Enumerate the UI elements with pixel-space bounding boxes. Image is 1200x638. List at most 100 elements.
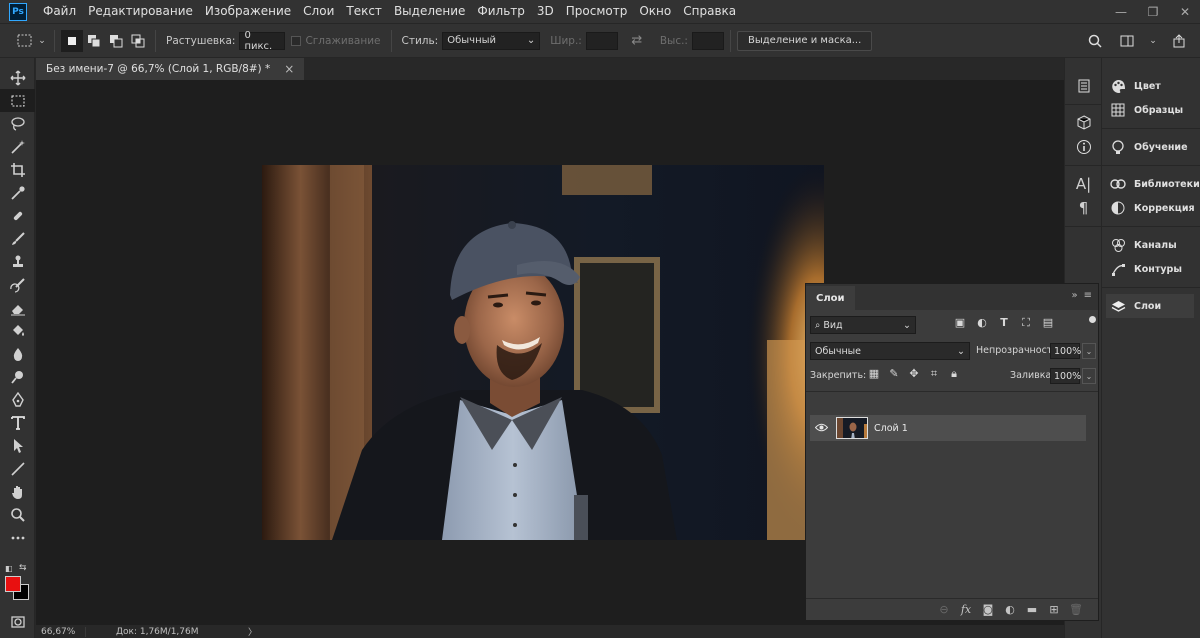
minimize-icon[interactable]: —	[1114, 5, 1128, 19]
menu-image[interactable]: Изображение	[199, 0, 297, 23]
menu-layers[interactable]: Слои	[297, 0, 340, 23]
intersect-selection-icon[interactable]	[127, 30, 149, 52]
path-selection-tool-icon[interactable]	[0, 434, 35, 457]
rectangular-marquee-tool-icon[interactable]	[0, 89, 35, 112]
status-menu-arrow-icon[interactable]: 〉	[248, 625, 257, 638]
move-tool-icon[interactable]	[0, 66, 35, 89]
close-icon[interactable]: ✕	[1178, 5, 1192, 19]
default-colors-icon[interactable]: ◧	[5, 564, 13, 573]
info-icon[interactable]	[1065, 135, 1102, 159]
swap-dimensions-icon[interactable]: ⇄	[626, 30, 648, 52]
visibility-eye-icon[interactable]	[810, 422, 832, 435]
layers-panel-tab[interactable]: Слои	[1106, 294, 1194, 318]
crop-tool-icon[interactable]	[0, 158, 35, 181]
collapse-panel-icon[interactable]: »	[1071, 290, 1077, 301]
feather-input[interactable]: 0 пикс.	[239, 30, 286, 52]
style-select[interactable]: Обычный ⌄	[442, 31, 541, 50]
filter-pixel-icon[interactable]: ▣	[950, 316, 970, 330]
libraries-panel-tab[interactable]: Библиотеки	[1102, 172, 1200, 196]
opacity-slider-icon[interactable]: ⌄	[1082, 343, 1096, 359]
panel-menu-icon[interactable]: ≡	[1084, 290, 1092, 301]
chevron-down-icon[interactable]: ⌄	[1148, 30, 1158, 52]
lock-artboard-icon[interactable]: ⌗	[924, 367, 944, 381]
document-image[interactable]	[262, 165, 824, 540]
filter-toggle-icon[interactable]	[1089, 316, 1096, 323]
workspace-icon[interactable]	[1116, 30, 1138, 52]
zoom-tool-icon[interactable]	[0, 503, 35, 526]
menu-window[interactable]: Окно	[633, 0, 677, 23]
delete-layer-trash-icon[interactable]: 🗑︎	[1068, 603, 1084, 616]
foreground-color-swatch[interactable]	[5, 576, 21, 592]
menu-help[interactable]: Справка	[677, 0, 742, 23]
filter-shape-icon[interactable]: ⛶	[1016, 316, 1036, 330]
menu-filter[interactable]: Фильтр	[471, 0, 530, 23]
chevron-down-icon[interactable]: ⌄	[36, 30, 48, 52]
3d-panel-icon[interactable]	[1065, 111, 1102, 135]
menu-select[interactable]: Выделение	[388, 0, 471, 23]
learn-panel-tab[interactable]: Обучение	[1102, 135, 1200, 159]
channels-panel-tab[interactable]: Каналы	[1102, 233, 1200, 257]
paint-bucket-tool-icon[interactable]	[0, 319, 35, 342]
new-adjustment-layer-icon[interactable]: ◐	[1002, 603, 1018, 616]
lock-all-icon[interactable]: 🔒︎	[944, 367, 964, 381]
lock-position-icon[interactable]: ✥	[904, 367, 924, 381]
opacity-input[interactable]: 100%	[1050, 343, 1081, 359]
new-layer-icon[interactable]: ⊞	[1046, 603, 1062, 616]
document-tab[interactable]: Без имени-7 @ 66,7% (Слой 1, RGB/8#) * ×	[36, 58, 305, 80]
character-panel-icon[interactable]: A|	[1065, 172, 1102, 196]
link-layers-icon[interactable]: ⊖	[936, 603, 952, 616]
lasso-tool-icon[interactable]	[0, 112, 35, 135]
eyedropper-tool-icon[interactable]	[0, 181, 35, 204]
color-panel-tab[interactable]: Цвет	[1102, 74, 1200, 98]
menu-type[interactable]: Текст	[340, 0, 388, 23]
layer-style-fx-icon[interactable]: fx	[958, 603, 974, 616]
antialias-checkbox[interactable]	[291, 35, 302, 46]
filter-smart-object-icon[interactable]: ▤	[1038, 316, 1058, 330]
filter-adjustment-icon[interactable]: ◐	[972, 316, 992, 330]
paragraph-panel-icon[interactable]: ¶	[1065, 196, 1102, 220]
menu-file[interactable]: Файл	[37, 0, 82, 23]
type-tool-icon[interactable]	[0, 411, 35, 434]
close-document-icon[interactable]: ×	[284, 62, 294, 76]
clone-stamp-tool-icon[interactable]	[0, 250, 35, 273]
add-mask-icon[interactable]: ◙	[980, 603, 996, 616]
dodge-tool-icon[interactable]	[0, 365, 35, 388]
layer-row[interactable]: Слой 1	[810, 415, 1086, 441]
menu-view[interactable]: Просмотр	[560, 0, 634, 23]
swap-colors-icon[interactable]: ⇆	[19, 563, 27, 573]
pen-tool-icon[interactable]	[0, 388, 35, 411]
subtract-from-selection-icon[interactable]	[105, 30, 127, 52]
zoom-level[interactable]: 66,67%	[36, 626, 86, 637]
magic-wand-tool-icon[interactable]	[0, 135, 35, 158]
select-and-mask-button[interactable]: Выделение и маска...	[736, 30, 873, 51]
lock-transparent-pixels-icon[interactable]: ▦	[864, 367, 884, 381]
layers-tab[interactable]: Слои	[806, 286, 855, 310]
marquee-preset-icon[interactable]	[14, 30, 36, 52]
line-tool-icon[interactable]	[0, 457, 35, 480]
hand-tool-icon[interactable]	[0, 480, 35, 503]
search-icon[interactable]	[1084, 30, 1106, 52]
height-input[interactable]	[691, 31, 724, 50]
fill-slider-icon[interactable]: ⌄	[1082, 368, 1096, 384]
fill-input[interactable]: 100%	[1050, 368, 1081, 384]
add-to-selection-icon[interactable]	[83, 30, 105, 52]
menu-3d[interactable]: 3D	[531, 0, 560, 23]
new-group-folder-icon[interactable]: ▬	[1024, 603, 1040, 616]
quick-mask-icon[interactable]	[0, 610, 35, 633]
history-brush-tool-icon[interactable]	[0, 273, 35, 296]
swatches-panel-tab[interactable]: Образцы	[1102, 98, 1200, 122]
layer-filter-select[interactable]: ⌕ Вид ⌄	[810, 316, 916, 334]
width-input[interactable]	[585, 31, 618, 50]
more-tools-icon[interactable]	[0, 526, 35, 549]
paths-panel-tab[interactable]: Контуры	[1102, 257, 1200, 281]
healing-brush-tool-icon[interactable]	[0, 204, 35, 227]
blur-tool-icon[interactable]	[0, 342, 35, 365]
blend-mode-select[interactable]: Обычные ⌄	[810, 342, 970, 360]
history-panel-icon[interactable]	[1065, 74, 1102, 98]
brush-tool-icon[interactable]	[0, 227, 35, 250]
new-selection-icon[interactable]	[61, 29, 83, 52]
menu-edit[interactable]: Редактирование	[82, 0, 199, 23]
maximize-icon[interactable]: ❐	[1146, 5, 1160, 19]
share-icon[interactable]	[1168, 30, 1190, 52]
eraser-tool-icon[interactable]	[0, 296, 35, 319]
